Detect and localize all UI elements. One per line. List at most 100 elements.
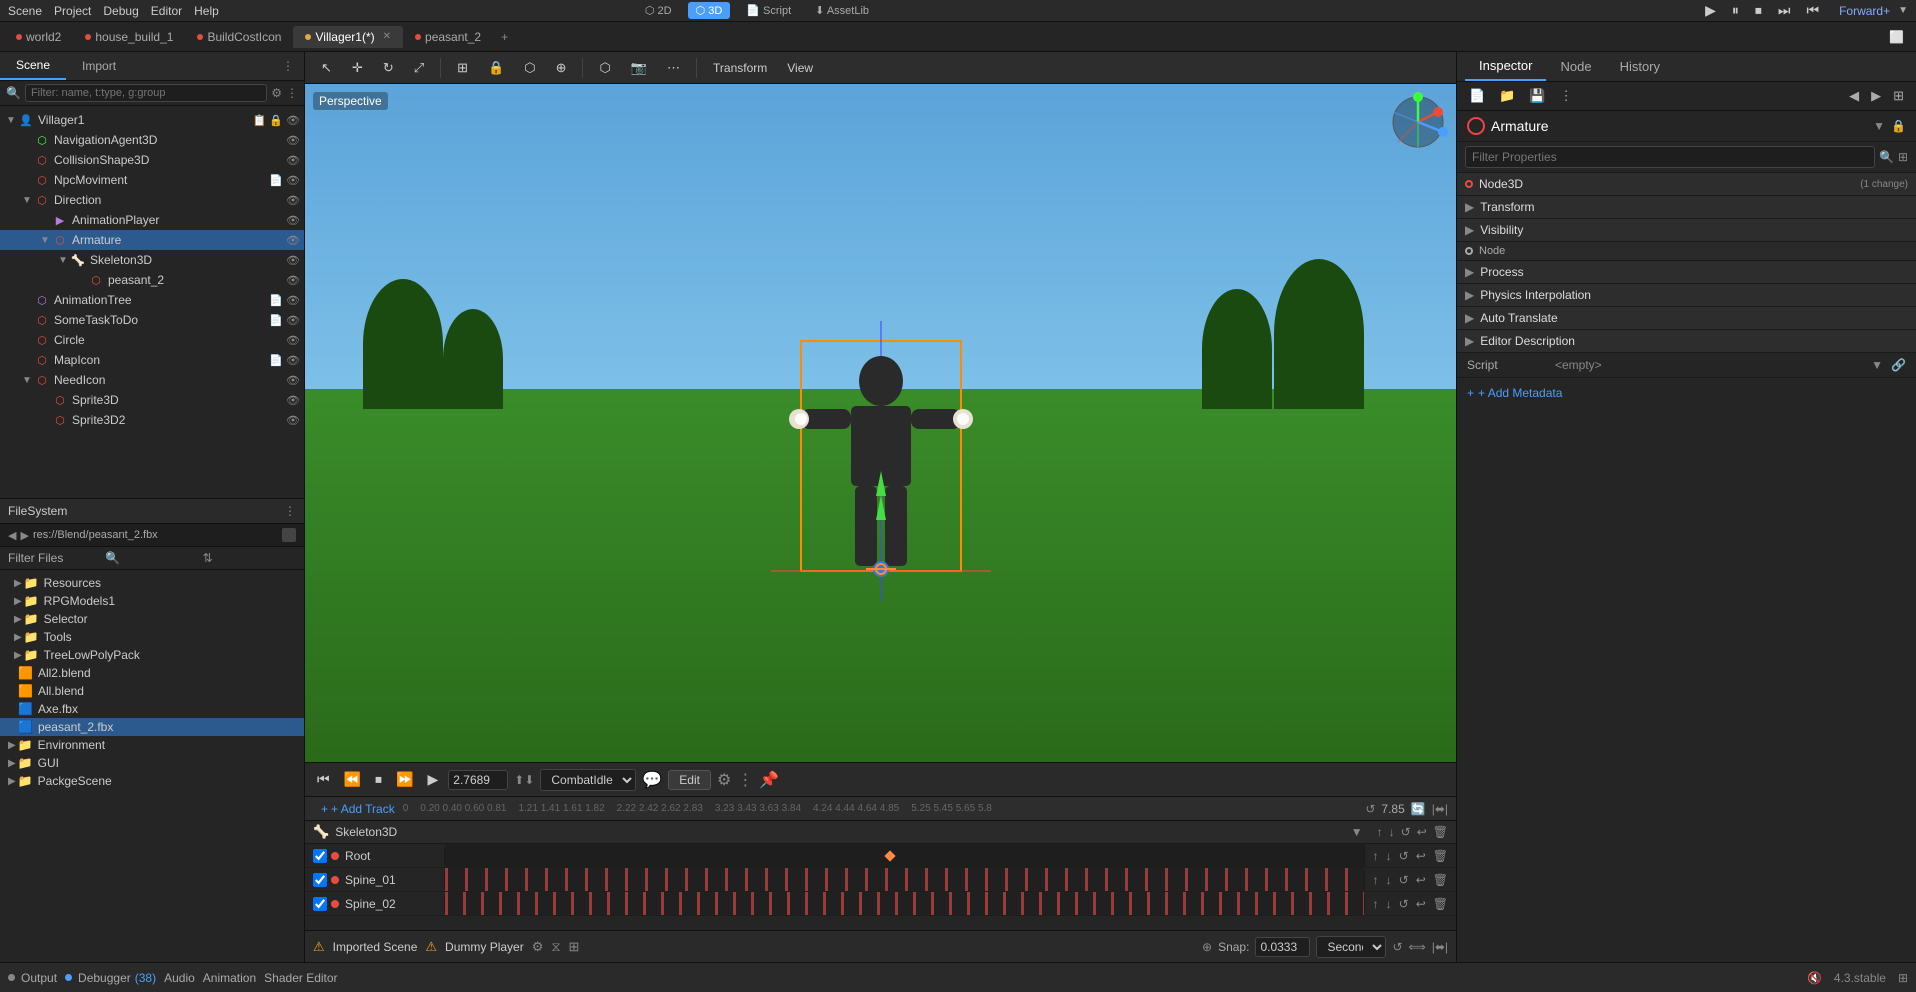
tree-item-villager1[interactable]: ▼ 👤 Villager1 📋 🔒 👁 (0, 110, 304, 130)
track-del-root[interactable]: 🗑 (1431, 848, 1450, 864)
camera-tool[interactable]: 📷 (623, 56, 655, 80)
track-keyframes-spine02[interactable] (445, 892, 1364, 915)
step-forward[interactable]: ⏭ (1774, 0, 1795, 21)
anim-play-btn[interactable]: ▶ (423, 769, 442, 790)
fs-item-peasant2fbx[interactable]: 🟦 peasant_2.fbx (0, 718, 304, 736)
inspector-back[interactable]: ◀ (1845, 86, 1863, 106)
tree-eye-npc[interactable]: 👁 (286, 174, 300, 187)
status-debugger[interactable]: Debugger (38) (65, 971, 156, 985)
filesystem-menu[interactable]: ⋮ (284, 504, 296, 518)
tree-eye-animtree[interactable]: 👁 (286, 294, 300, 307)
track-undo-spine02[interactable]: ↩ (1414, 896, 1428, 912)
track-undo-root[interactable]: ↩ (1414, 848, 1428, 864)
fs-sort-icon[interactable]: ⇅ (203, 551, 296, 565)
tree-eye-armature[interactable]: 👁 (286, 234, 300, 247)
status-shader-editor[interactable]: Shader Editor (264, 971, 337, 985)
inspector-tool1[interactable]: 📄 (1465, 86, 1489, 106)
track-keyframes-root[interactable] (445, 844, 1364, 867)
fs-item-axefbx[interactable]: 🟦 Axe.fbx (0, 700, 304, 718)
menu-debug[interactable]: Debug (103, 4, 138, 18)
snap-input[interactable] (1255, 937, 1310, 957)
track-down-root[interactable]: ↓ (1384, 848, 1394, 864)
fs-item-resources[interactable]: ▶ 📁 Resources (0, 574, 304, 592)
tab-maximize[interactable]: ⬜ (1881, 26, 1912, 48)
inspector-tab-inspector[interactable]: Inspector (1465, 52, 1546, 81)
fs-item-packgescene[interactable]: ▶ 📁 PackgeScene (0, 772, 304, 790)
anim-refresh-icon[interactable]: 🔄 (1411, 802, 1426, 816)
tree-item-animtree[interactable]: ▶ ⬡ AnimationTree 📄 👁 (0, 290, 304, 310)
panel-menu-btn[interactable]: ⋮ (272, 53, 304, 79)
editor-desc-section[interactable]: ▶ Editor Description (1457, 330, 1916, 353)
track-group-undo[interactable]: ↩ (1417, 825, 1427, 839)
filter-search-icon[interactable]: 🔍 (1879, 150, 1894, 164)
process-section[interactable]: ▶ Process (1457, 261, 1916, 284)
stop-button[interactable]: ⏹ (1751, 0, 1766, 21)
fs-path-action[interactable] (282, 528, 296, 542)
anim-menu-btn[interactable]: ⋮ (737, 770, 753, 790)
tree-eye-direction[interactable]: 👁 (286, 194, 300, 207)
menu-project[interactable]: Project (54, 4, 91, 18)
tree-item-peasant2-mesh[interactable]: ▶ ⬡ peasant_2 👁 (0, 270, 304, 290)
anim-filter-icon[interactable]: ⧖ (551, 939, 560, 955)
pause-button[interactable]: ⏸ (1728, 0, 1743, 21)
anim-layout-icon[interactable]: ⊞ (569, 939, 580, 955)
tree-eye-sprite3d2[interactable]: 👁 (286, 414, 300, 427)
physics-interp-section[interactable]: ▶ Physics Interpolation (1457, 284, 1916, 307)
anim-prev-frame[interactable]: ⏪ (340, 769, 365, 790)
add-track-button[interactable]: + + Add Track (313, 802, 403, 816)
tree-eye-mapicon[interactable]: 👁 (286, 354, 300, 367)
fs-forward-btn[interactable]: ▶ (20, 529, 28, 542)
tab-buildcost[interactable]: BuildCostIcon (185, 26, 293, 48)
script-dropdown[interactable]: ▼ (1871, 358, 1883, 372)
transform-section[interactable]: ▶ Transform (1457, 196, 1916, 219)
anim-time-input[interactable] (448, 770, 508, 790)
menu-editor[interactable]: Editor (151, 4, 182, 18)
menu-help[interactable]: Help (194, 4, 219, 18)
fs-item-tools[interactable]: ▶ 📁 Tools (0, 628, 304, 646)
anim-pin-btn[interactable]: 📌 (759, 770, 779, 790)
anim-name-select[interactable]: CombatIdle (540, 769, 636, 791)
track-reset-spine01[interactable]: ↺ (1397, 872, 1411, 888)
auto-translate-section[interactable]: ▶ Auto Translate (1457, 307, 1916, 330)
inspector-history[interactable]: ⊞ (1889, 86, 1908, 106)
filter-options-icon[interactable]: ⊞ (1898, 150, 1908, 164)
fs-item-treelowpoly[interactable]: ▶ 📁 TreeLowPolyPack (0, 646, 304, 664)
fs-item-environment[interactable]: ▶ 📁 Environment (0, 736, 304, 754)
tree-eye-skeleton[interactable]: 👁 (286, 254, 300, 267)
viewport-gizmo[interactable] (1388, 92, 1448, 152)
more-tools[interactable]: ⋯ (659, 56, 688, 80)
tree-item-circle[interactable]: ▶ ⬡ Circle 👁 (0, 330, 304, 350)
tree-lock-villager1[interactable]: 🔒 (269, 114, 283, 127)
tree-item-direction[interactable]: ▼ ⬡ Direction 👁 (0, 190, 304, 210)
track-keyframes-spine01[interactable] (445, 868, 1364, 891)
anim-time-spinner[interactable]: ⬆⬇ (514, 773, 534, 787)
tree-item-animplayer[interactable]: ▶ ▶ AnimationPlayer 👁 (0, 210, 304, 230)
tree-eye-task[interactable]: 👁 (286, 314, 300, 327)
tree-script-npc[interactable]: 📄 (269, 174, 283, 187)
fs-item-gui[interactable]: ▶ 📁 GUI (0, 754, 304, 772)
panel-tab-scene[interactable]: Scene (0, 52, 66, 80)
track-del-spine02[interactable]: 🗑 (1431, 896, 1450, 912)
group-tool[interactable]: ⬡ (516, 56, 543, 80)
tree-eye-needicon[interactable]: 👁 (286, 374, 300, 387)
tree-eye-villager1[interactable]: 👁 (286, 114, 300, 127)
visibility-section[interactable]: ▶ Visibility (1457, 219, 1916, 242)
tab-house-build[interactable]: house_build_1 (73, 26, 185, 48)
anim-fit-icon[interactable]: |⬌| (1432, 802, 1448, 816)
tree-script-animtree[interactable]: 📄 (269, 294, 283, 307)
tab-world2[interactable]: world2 (4, 26, 73, 48)
track-del-spine01[interactable]: 🗑 (1431, 872, 1450, 888)
track-group-reset[interactable]: ↺ (1401, 825, 1411, 839)
track-up-spine01[interactable]: ↑ (1371, 872, 1381, 888)
anim-settings-btn[interactable]: ⚙ (717, 770, 731, 790)
inspector-tab-history[interactable]: History (1606, 53, 1674, 80)
tree-item-skeleton[interactable]: ▼ 🦴 Skeleton3D 👁 (0, 250, 304, 270)
transform-label[interactable]: Transform (705, 58, 775, 78)
move-tool[interactable]: ✛ (344, 56, 371, 80)
tree-item-nav[interactable]: ▶ ⬡ NavigationAgent3D 👁 (0, 130, 304, 150)
pivot-tool[interactable]: ⊕ (548, 56, 575, 80)
track-reset-root[interactable]: ↺ (1397, 848, 1411, 864)
anim-loop-icon[interactable]: ↺ (1365, 802, 1375, 816)
track-up-root[interactable]: ↑ (1371, 848, 1381, 864)
anim-edit-btn[interactable]: Edit (668, 770, 711, 790)
